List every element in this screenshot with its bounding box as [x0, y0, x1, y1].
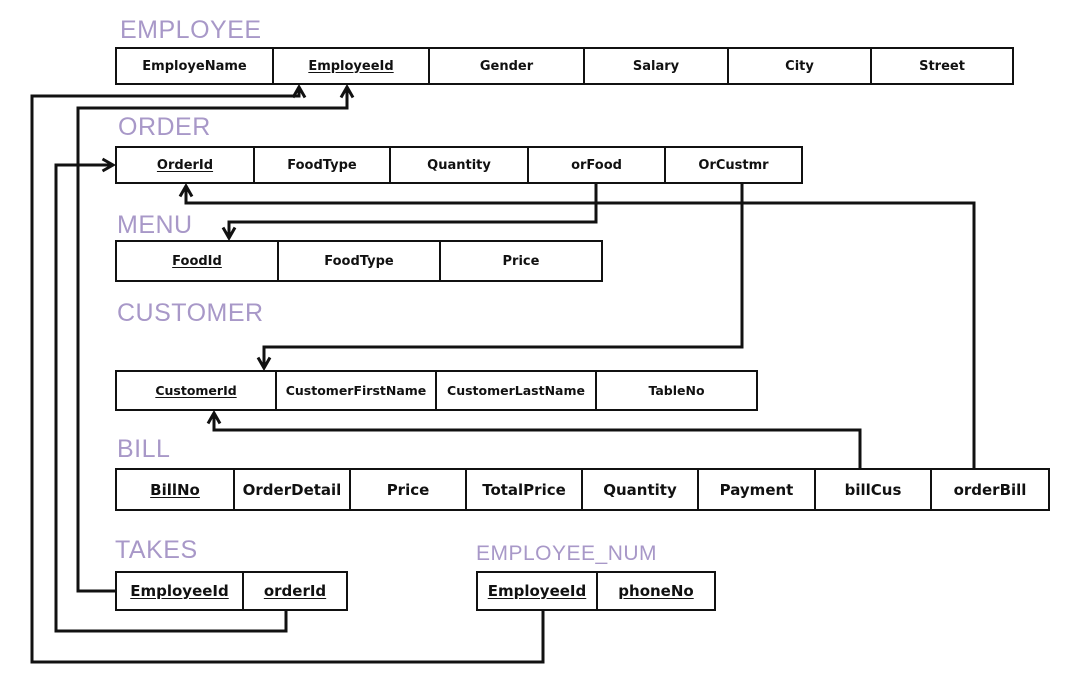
link-employeenum-employeeid: [30, 83, 545, 664]
link-orcustmr-customerid: [256, 184, 744, 372]
link-orfood-foodid: [221, 184, 598, 242]
link-billcus-customerid: [206, 409, 862, 468]
relationship-lines: [30, 83, 976, 664]
link-takes-employeeid: [76, 83, 355, 593]
link-orderbill-orderid: [178, 182, 976, 468]
link-takes-orderid: [54, 157, 288, 633]
